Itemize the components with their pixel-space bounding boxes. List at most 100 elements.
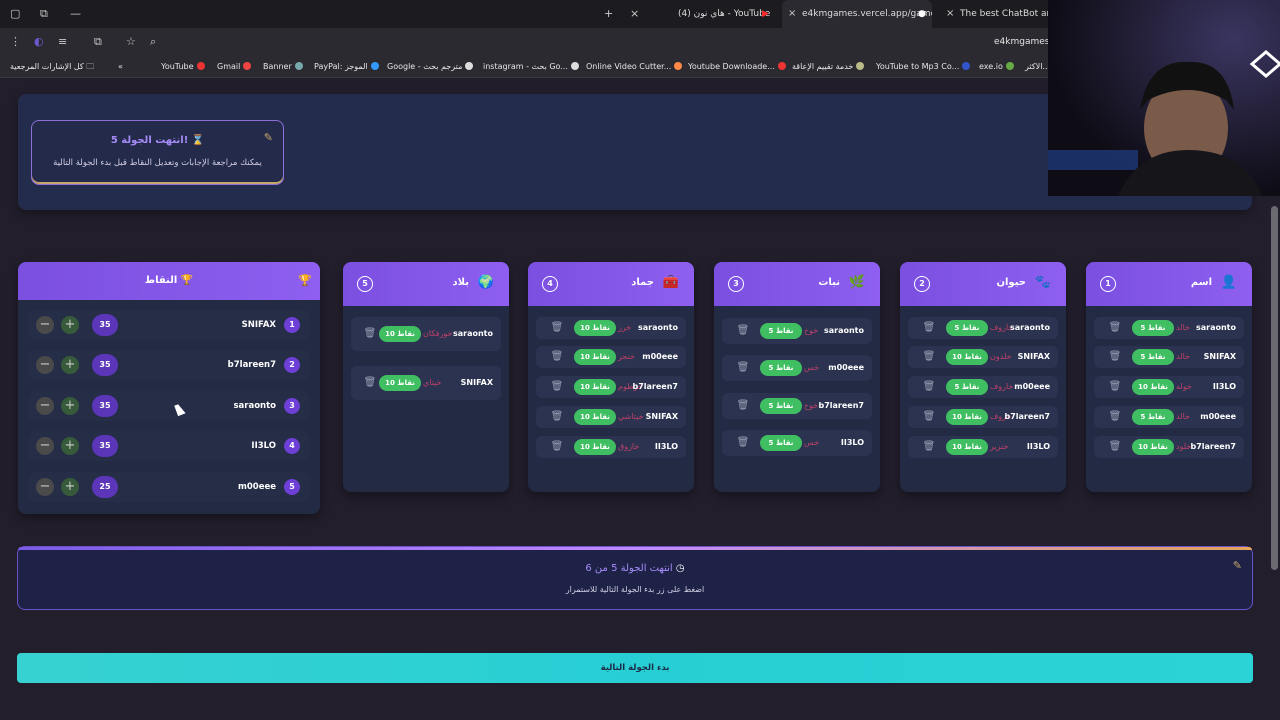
trash-icon[interactable]: 🗑 [736, 436, 750, 450]
points-pill[interactable]: 10 نقاط [946, 349, 988, 365]
points-pill[interactable]: 10 نقاط [1132, 379, 1174, 395]
extensions-icon[interactable]: ⧉ [94, 28, 102, 56]
answer-text: خورفكان [423, 329, 453, 338]
media-icon[interactable]: ≡ [58, 28, 67, 56]
chevron-icon[interactable]: « [118, 56, 123, 78]
minus-icon[interactable]: − [36, 478, 54, 496]
bookmark-video-cutter[interactable]: Online Video Cutter... [586, 56, 683, 78]
points-pill[interactable]: 5 نقاط [946, 379, 988, 395]
minus-icon[interactable]: − [36, 397, 54, 415]
points-pill[interactable]: 10 نقاط [574, 439, 616, 455]
category-name: بلاد [452, 277, 469, 288]
answer-text: خلود [1176, 442, 1192, 451]
points-pill[interactable]: 10 نقاط [1132, 439, 1174, 455]
points-pill[interactable]: 5 نقاط [760, 360, 802, 376]
points-pill[interactable]: 10 نقاط [946, 409, 988, 425]
minus-icon[interactable]: − [36, 356, 54, 374]
trash-icon[interactable]: 🗑 [922, 350, 936, 364]
bookmark-exeio[interactable]: exe.io [979, 56, 1014, 78]
points-pill[interactable]: 10 نقاط [379, 375, 421, 391]
points-pill[interactable]: 10 نقاط [574, 320, 616, 336]
answer-player: m00eee [1014, 382, 1050, 391]
new-tab-icon[interactable]: + [604, 0, 613, 28]
bookmark-translate[interactable]: Google - مترجم بحث [387, 56, 474, 78]
answer-text: خلدون [990, 352, 1012, 361]
points-pill[interactable]: 5 نقاط [1132, 320, 1174, 336]
trash-icon[interactable]: 🗑 [922, 321, 936, 335]
category-header: 1 اسم 👤 [1086, 262, 1252, 306]
tab-chatbot[interactable]: × The best ChatBot and Wi [940, 0, 1048, 28]
leaf-icon: 🌿 [848, 275, 866, 290]
bookmark-instagram[interactable]: instagram - بحث Go... [483, 56, 579, 78]
answer-player: II3LO [1026, 442, 1050, 451]
points-pill[interactable]: 10 نقاط [574, 409, 616, 425]
category-header: 3 نبات 🌿 [714, 262, 880, 306]
trash-icon[interactable]: 🗑 [736, 324, 750, 338]
minimize-icon[interactable]: — [70, 0, 81, 28]
scrollbar-thumb[interactable] [1271, 206, 1278, 570]
close-icon[interactable]: × [946, 0, 954, 28]
trash-icon[interactable]: 🗑 [363, 327, 377, 341]
trash-icon[interactable]: 🗑 [922, 380, 936, 394]
star-icon[interactable]: ☆ [126, 28, 136, 56]
trash-icon[interactable]: 🗑 [1108, 321, 1122, 335]
bookmark-gmail[interactable]: Gmail [217, 56, 252, 78]
answer-row: 🗑 10 نقاط خازوق II3LO [536, 436, 686, 458]
start-next-round-button[interactable]: بدء الجولة التالية [17, 653, 1253, 683]
bookmark-more[interactable]: الاكثر... [1025, 56, 1050, 78]
trash-icon[interactable]: 🗑 [922, 440, 936, 454]
rank-badge: 2 [284, 357, 300, 373]
answer-text: خالد [1176, 352, 1191, 361]
bookmark-mp3[interactable]: YouTube to Mp3 Co... [876, 56, 971, 78]
points-pill[interactable]: 5 نقاط [760, 398, 802, 414]
plus-icon[interactable]: + [61, 437, 79, 455]
trash-icon[interactable]: 🗑 [1108, 410, 1122, 424]
points-pill[interactable]: 5 نقاط [946, 320, 988, 336]
bookmark-disability[interactable]: خدمة تقييم الإعاقة [792, 56, 865, 78]
minus-icon[interactable]: − [36, 437, 54, 455]
plus-icon[interactable]: + [61, 478, 79, 496]
window-icon[interactable]: ▢ [10, 0, 20, 28]
points-pill[interactable]: 5 نقاط [1132, 409, 1174, 425]
close-tab-icon[interactable]: × [630, 0, 639, 28]
search-icon[interactable]: ⌕ [150, 28, 156, 56]
points-pill[interactable]: 10 نقاط [946, 439, 988, 455]
answer-text: خنجر [618, 352, 635, 361]
plus-icon[interactable]: + [61, 356, 79, 374]
points-pill[interactable]: 5 نقاط [760, 435, 802, 451]
plus-icon[interactable]: + [61, 397, 79, 415]
menu-icon[interactable]: ⋮ [10, 28, 21, 56]
points-pill[interactable]: 5 نقاط [1132, 349, 1174, 365]
trash-icon[interactable]: 🗑 [550, 410, 564, 424]
all-bookmarks[interactable]: كل الإشارات المرجعية 🗀 [10, 56, 94, 78]
bookmark-paypal[interactable]: PayPal: الموجز [314, 56, 379, 78]
points-pill[interactable]: 5 نقاط [760, 323, 802, 339]
tab-e4kmgames[interactable]: × e4kmgames.vercel.app/games/ ● [782, 0, 932, 28]
trash-icon[interactable]: 🗑 [550, 350, 564, 364]
close-icon[interactable]: × [788, 0, 796, 28]
trash-icon[interactable]: 🗑 [922, 410, 936, 424]
trophy-small-icon: 🏆 [298, 274, 312, 287]
minus-icon[interactable]: − [36, 316, 54, 334]
extension-icon[interactable]: ◐ [34, 28, 44, 56]
tab-youtube[interactable]: (4) هاي نون - YouTube ▶ [660, 0, 780, 28]
restore-icon[interactable]: ⧉ [40, 0, 48, 28]
notice-subtitle: يمكنك مراجعة الإجابات وتعديل النقاط قبل … [53, 158, 262, 168]
trash-icon[interactable]: 🗑 [736, 399, 750, 413]
trash-icon[interactable]: 🗑 [550, 321, 564, 335]
points-pill[interactable]: 10 نقاط [574, 349, 616, 365]
trash-icon[interactable]: 🗑 [1108, 350, 1122, 364]
points-pill[interactable]: 10 نقاط [379, 326, 421, 342]
answer-player: saraonto [1009, 323, 1050, 332]
points-pill[interactable]: 10 نقاط [574, 379, 616, 395]
trash-icon[interactable]: 🗑 [736, 361, 750, 375]
bookmark-youtube-downloader[interactable]: Youtube Downloade... [688, 56, 786, 78]
trash-icon[interactable]: 🗑 [1108, 380, 1122, 394]
trash-icon[interactable]: 🗑 [550, 440, 564, 454]
trash-icon[interactable]: 🗑 [1108, 440, 1122, 454]
trash-icon[interactable]: 🗑 [363, 376, 377, 390]
trash-icon[interactable]: 🗑 [550, 380, 564, 394]
plus-icon[interactable]: + [61, 316, 79, 334]
bookmark-banner[interactable]: Banner [263, 56, 303, 78]
bookmark-youtube[interactable]: YouTube [161, 56, 205, 78]
